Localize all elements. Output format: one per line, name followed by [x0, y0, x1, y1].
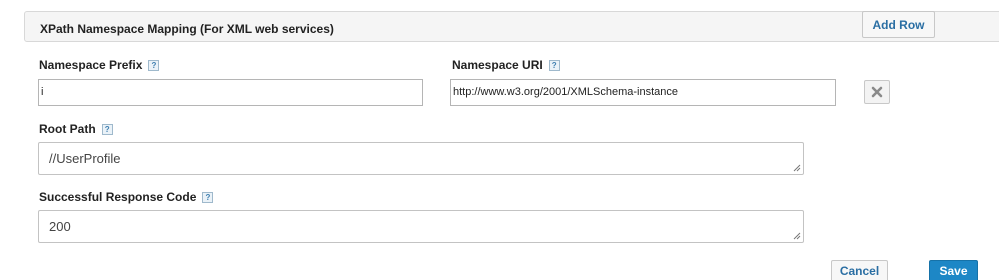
root-path-label: Root Path ? [39, 122, 113, 136]
remove-row-button[interactable] [864, 80, 890, 104]
namespace-uri-label-text: Namespace URI [452, 58, 543, 72]
namespace-uri-label: Namespace URI ? [452, 58, 560, 72]
help-icon[interactable]: ? [202, 191, 214, 203]
namespace-prefix-input[interactable]: i [38, 79, 423, 106]
add-row-button[interactable]: Add Row [862, 11, 935, 38]
response-code-value: 200 [49, 219, 71, 234]
namespace-prefix-label: Namespace Prefix ? [39, 58, 160, 72]
section-title: XPath Namespace Mapping (For XML web ser… [40, 22, 334, 36]
root-path-value: //UserProfile [49, 151, 121, 166]
help-icon[interactable]: ? [548, 59, 560, 71]
root-path-textarea[interactable]: //UserProfile [38, 142, 804, 175]
namespace-prefix-label-text: Namespace Prefix [39, 58, 143, 72]
resize-grip-icon[interactable] [793, 232, 801, 240]
help-icon[interactable]: ? [148, 59, 160, 71]
close-icon [871, 86, 883, 98]
save-button[interactable]: Save [929, 260, 978, 280]
cancel-button[interactable]: Cancel [831, 260, 888, 280]
resize-grip-icon[interactable] [793, 164, 801, 172]
response-code-label-text: Successful Response Code [39, 190, 197, 204]
namespace-mapping-header: XPath Namespace Mapping (For XML web ser… [24, 11, 999, 42]
root-path-label-text: Root Path [39, 122, 96, 136]
response-code-textarea[interactable]: 200 [38, 210, 804, 243]
help-icon[interactable]: ? [101, 123, 113, 135]
response-code-label: Successful Response Code ? [39, 190, 214, 204]
namespace-uri-input[interactable]: http://www.w3.org/2001/XMLSchema-instanc… [450, 79, 836, 106]
